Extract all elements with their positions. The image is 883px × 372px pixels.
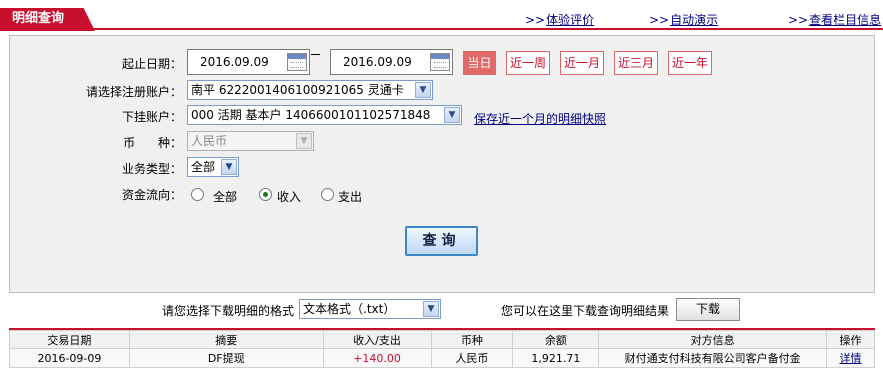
sub-account-label: 下挂账户： — [121, 110, 182, 124]
col-action: 操作 — [826, 330, 875, 349]
cell-counterparty: 财付通支付科技有限公司客户备付金 — [598, 348, 827, 368]
sub-account-select[interactable]: 000 活期 基本户 1406600101102571848 ▼ — [187, 105, 462, 125]
save-snapshot-link[interactable]: 保存近一个月的明细快照 — [474, 110, 606, 127]
results-table-container: 交易日期 摘要 收入/支出 币种 余额 对方信息 操作 2016-09-09 D… — [9, 328, 875, 368]
start-date-value: 2016.09.09 — [200, 55, 269, 69]
date-separator — [311, 54, 320, 55]
cell-currency: 人民币 — [430, 348, 514, 368]
chevron-down-icon[interactable]: ▼ — [423, 301, 439, 317]
col-summary: 摘要 — [128, 330, 324, 349]
range-week-button[interactable]: 近一周 — [506, 51, 550, 75]
col-date: 交易日期 — [9, 330, 130, 349]
range-3months-button[interactable]: 近三月 — [614, 51, 658, 75]
feedback-link[interactable]: >>体验评价 — [525, 11, 594, 28]
currency-select-value: 人民币 — [191, 134, 228, 148]
feedback-link-label: 体验评价 — [546, 13, 595, 27]
flow-all-label[interactable]: 全部 — [213, 188, 237, 205]
cell-action: 详情 — [826, 348, 875, 368]
range-year-button[interactable]: 近一年 — [668, 51, 712, 75]
details-link[interactable]: 详情 — [840, 352, 862, 365]
currency-select: 人民币 ▼ — [187, 131, 314, 151]
flow-income-radio[interactable] — [259, 188, 272, 201]
column-info-link-label: 查看栏目信息 — [809, 13, 882, 27]
auto-demo-link-label: 自动演示 — [670, 13, 719, 27]
col-balance: 余额 — [512, 330, 600, 349]
flow-all-radio[interactable] — [191, 188, 204, 201]
sub-account-select-value: 000 活期 基本户 1406600101102571848 — [191, 108, 431, 122]
flow-income-label[interactable]: 收入 — [277, 188, 301, 205]
chevron-down-icon[interactable]: ▼ — [444, 107, 460, 123]
top-bar: 明细查询 >>体验评价 >>自动演示 >>查看栏目信息 — [0, 0, 883, 31]
table-header-row: 交易日期 摘要 收入/支出 币种 余额 对方信息 操作 — [9, 330, 875, 349]
calendar-icon[interactable] — [430, 53, 450, 71]
flow-expense-label[interactable]: 支出 — [338, 188, 362, 205]
query-panel: 起止日期： 2016.09.09 2016.09.09 当日 近一周 近一月 近… — [9, 35, 875, 293]
business-type-value: 全部 — [191, 160, 216, 174]
search-button[interactable]: 查询 — [405, 226, 478, 256]
download-format-value: 文本格式（.txt） — [303, 302, 396, 316]
col-amount: 收入/支出 — [322, 330, 432, 349]
date-range-label: 起止日期： — [121, 57, 182, 71]
calendar-icon[interactable] — [287, 53, 307, 71]
download-format-select[interactable]: 文本格式（.txt） ▼ — [299, 299, 441, 319]
range-month-button[interactable]: 近一月 — [560, 51, 604, 75]
chevron-down-icon[interactable]: ▼ — [415, 82, 431, 98]
auto-demo-link[interactable]: >>自动演示 — [649, 11, 718, 28]
table-row: 2016-09-09 DF提现 +140.00 人民币 1,921.71 财付通… — [9, 348, 875, 368]
fund-flow-label: 资金流向： — [121, 188, 182, 202]
double-arrow-icon: >> — [788, 13, 809, 27]
col-counterparty: 对方信息 — [598, 330, 827, 349]
flow-expense-radio[interactable] — [321, 188, 334, 201]
results-table: 交易日期 摘要 收入/支出 币种 余额 对方信息 操作 2016-09-09 D… — [9, 330, 875, 368]
account-label: 请选择注册账户： — [85, 85, 182, 99]
download-hint: 您可以在这里下载查询明细结果 — [501, 304, 670, 318]
col-currency: 币种 — [430, 330, 514, 349]
download-format-label: 请您选择下载明细的格式 — [162, 304, 295, 318]
end-date-input[interactable]: 2016.09.09 — [330, 49, 453, 75]
account-select-value: 南平 6222001406100921065 灵通卡 — [191, 83, 404, 97]
column-info-link[interactable]: >>查看栏目信息 — [788, 11, 881, 28]
currency-label: 币 种： — [123, 136, 182, 150]
cell-summary: DF提现 — [128, 348, 324, 368]
cell-amount: +140.00 — [322, 348, 432, 368]
account-select[interactable]: 南平 6222001406100921065 灵通卡 ▼ — [187, 80, 433, 100]
business-type-label: 业务类型： — [121, 162, 182, 176]
double-arrow-icon: >> — [525, 13, 546, 27]
business-type-select[interactable]: 全部 ▼ — [187, 157, 239, 177]
chevron-down-icon: ▼ — [296, 133, 312, 149]
chevron-down-icon[interactable]: ▼ — [221, 159, 237, 175]
download-button[interactable]: 下载 — [676, 298, 740, 321]
tab-detail-query[interactable]: 明细查询 — [0, 8, 95, 31]
cell-balance: 1,921.71 — [512, 348, 600, 368]
range-today-button[interactable]: 当日 — [463, 51, 496, 75]
end-date-value: 2016.09.09 — [343, 55, 412, 69]
start-date-input[interactable]: 2016.09.09 — [187, 49, 310, 75]
double-arrow-icon: >> — [649, 13, 670, 27]
cell-date: 2016-09-09 — [9, 348, 130, 368]
